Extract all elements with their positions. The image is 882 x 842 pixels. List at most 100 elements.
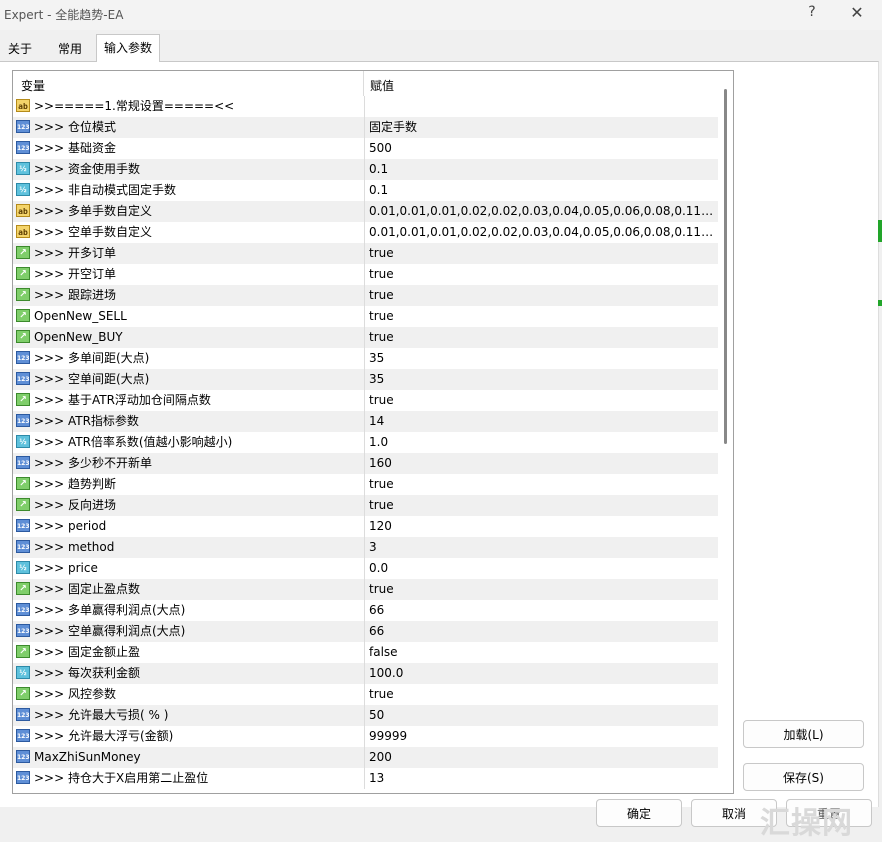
param-value[interactable]: 50 — [364, 705, 714, 726]
param-value[interactable]: true — [364, 390, 714, 411]
table-row[interactable]: 123 MaxZhiSunMoney 200 — [13, 747, 718, 768]
param-value[interactable]: 160 — [364, 453, 714, 474]
ok-button[interactable]: 确定 — [596, 799, 682, 827]
table-row[interactable]: 123 >>> 空单间距(大点) 35 — [13, 369, 718, 390]
table-row[interactable]: 123 >>> 多少秒不开新单 160 — [13, 453, 718, 474]
tab-about[interactable]: 关于 — [2, 38, 38, 60]
param-name: >>> 多单间距(大点) — [34, 351, 150, 365]
param-value[interactable]: true — [364, 264, 714, 285]
param-value[interactable]: 固定手数 — [364, 117, 714, 138]
param-value[interactable]: 66 — [364, 600, 714, 621]
param-value[interactable]: 99999 — [364, 726, 714, 747]
table-row[interactable]: 123 >>> 允许最大浮亏(金额) 99999 — [13, 726, 718, 747]
bool-type-icon: ↗ — [16, 267, 30, 280]
table-row[interactable]: ↗ OpenNew_SELL true — [13, 306, 718, 327]
header-divider[interactable] — [363, 71, 364, 96]
table-row[interactable]: ½ >>> 资金使用手数 0.1 — [13, 159, 718, 180]
table-row[interactable]: 123 >>> ATR指标参数 14 — [13, 411, 718, 432]
param-value[interactable]: true — [364, 327, 714, 348]
table-row[interactable]: ↗ >>> 跟踪进场 true — [13, 285, 718, 306]
param-value[interactable]: 0.01,0.01,0.01,0.02,0.02,0.03,0.04,0.05,… — [364, 201, 714, 222]
param-value[interactable]: 13 — [364, 768, 714, 789]
param-name-cell: 123 >>> 多少秒不开新单 — [16, 453, 361, 474]
param-value[interactable]: true — [364, 243, 714, 264]
window-title: Expert - 全能趋势-EA — [4, 8, 124, 22]
param-value[interactable]: 120 — [364, 516, 714, 537]
dbl-type-icon: ½ — [16, 183, 30, 196]
param-value[interactable]: true — [364, 579, 714, 600]
scrollbar-thumb[interactable] — [724, 89, 727, 444]
param-name: >>> 仓位模式 — [34, 120, 116, 134]
table-row[interactable]: ab >>> 空单手数自定义 0.01,0.01,0.01,0.02,0.02,0.… — [13, 222, 718, 243]
param-value[interactable]: 1.0 — [364, 432, 714, 453]
table-row[interactable]: 123 >>> 允许最大亏损( % ) 50 — [13, 705, 718, 726]
vertical-scrollbar[interactable] — [718, 71, 733, 793]
table-row[interactable]: ab >>=====1.常规设置=====<< — [13, 96, 718, 117]
save-button[interactable]: 保存(S) — [743, 763, 864, 791]
param-name-cell: ↗ OpenNew_SELL — [16, 306, 361, 327]
param-value[interactable]: true — [364, 306, 714, 327]
table-row[interactable]: ½ >>> 非自动模式固定手数 0.1 — [13, 180, 718, 201]
int-type-icon: 123 — [16, 519, 30, 532]
param-value[interactable]: false — [364, 642, 714, 663]
param-value[interactable]: 0.1 — [364, 180, 714, 201]
table-row[interactable]: 123 >>> method 3 — [13, 537, 718, 558]
param-value[interactable]: 0.01,0.01,0.01,0.02,0.02,0.03,0.04,0.05,… — [364, 222, 714, 243]
param-value[interactable]: true — [364, 684, 714, 705]
header-variable[interactable]: 变量 — [21, 77, 45, 94]
param-name: OpenNew_BUY — [34, 330, 123, 344]
param-value[interactable]: true — [364, 285, 714, 306]
table-row[interactable]: ½ >>> 每次获利金额 100.0 — [13, 663, 718, 684]
param-value[interactable]: 0.1 — [364, 159, 714, 180]
param-name-cell: ↗ >>> 跟踪进场 — [16, 285, 361, 306]
table-row[interactable]: 123 >>> 基础资金 500 — [13, 138, 718, 159]
table-row[interactable]: 123 >>> 空单赢得利润点(大点) 66 — [13, 621, 718, 642]
close-icon[interactable]: ✕ — [848, 3, 866, 22]
load-button[interactable]: 加载(L) — [743, 720, 864, 748]
table-row[interactable]: ↗ >>> 开多订单 true — [13, 243, 718, 264]
param-value[interactable]: 66 — [364, 621, 714, 642]
help-icon[interactable]: ? — [804, 4, 820, 22]
param-value[interactable] — [364, 96, 714, 117]
tab-common[interactable]: 常用 — [48, 38, 92, 60]
param-value[interactable]: 100.0 — [364, 663, 714, 684]
str-type-icon: ab — [16, 225, 30, 238]
param-name: >>> 空单手数自定义 — [34, 225, 152, 239]
background-window-edge — [878, 220, 882, 242]
table-row[interactable]: 123 >>> period 120 — [13, 516, 718, 537]
table-row[interactable]: ½ >>> ATR倍率系数(值越小影响越小) 1.0 — [13, 432, 718, 453]
param-name: >>> 基于ATR浮动加仓间隔点数 — [34, 393, 211, 407]
table-row[interactable]: 123 >>> 持仓大于X启用第二止盈位 13 — [13, 768, 718, 789]
param-name-cell: ½ >>> 非自动模式固定手数 — [16, 180, 361, 201]
param-name: >>> ATR倍率系数(值越小影响越小) — [34, 435, 233, 449]
param-name-cell: ↗ >>> 开多订单 — [16, 243, 361, 264]
table-row[interactable]: ↗ >>> 固定金额止盈 false — [13, 642, 718, 663]
table-row[interactable]: 123 >>> 仓位模式 固定手数 — [13, 117, 718, 138]
header-value[interactable]: 赋值 — [370, 77, 394, 94]
param-value[interactable]: 0.0 — [364, 558, 714, 579]
table-row[interactable]: ↗ >>> 开空订单 true — [13, 264, 718, 285]
param-name-cell: ↗ >>> 固定止盈点数 — [16, 579, 361, 600]
param-name: >>> price — [34, 561, 98, 575]
param-value[interactable]: 35 — [364, 369, 714, 390]
param-value[interactable]: 500 — [364, 138, 714, 159]
table-row[interactable]: ½ >>> price 0.0 — [13, 558, 718, 579]
int-type-icon: 123 — [16, 120, 30, 133]
param-value[interactable]: 3 — [364, 537, 714, 558]
table-row[interactable]: ↗ >>> 风控参数 true — [13, 684, 718, 705]
tab-inputs[interactable]: 输入参数 — [96, 34, 160, 62]
param-value[interactable]: 35 — [364, 348, 714, 369]
param-name-cell: 123 >>> 仓位模式 — [16, 117, 361, 138]
param-value[interactable]: true — [364, 495, 714, 516]
table-row[interactable]: ↗ >>> 反向进场 true — [13, 495, 718, 516]
table-row[interactable]: 123 >>> 多单赢得利润点(大点) 66 — [13, 600, 718, 621]
table-row[interactable]: ↗ >>> 基于ATR浮动加仓间隔点数 true — [13, 390, 718, 411]
table-row[interactable]: ab >>> 多单手数自定义 0.01,0.01,0.01,0.02,0.02,0.… — [13, 201, 718, 222]
table-row[interactable]: 123 >>> 多单间距(大点) 35 — [13, 348, 718, 369]
table-row[interactable]: ↗ >>> 固定止盈点数 true — [13, 579, 718, 600]
table-row[interactable]: ↗ OpenNew_BUY true — [13, 327, 718, 348]
param-value[interactable]: 14 — [364, 411, 714, 432]
param-value[interactable]: 200 — [364, 747, 714, 768]
param-value[interactable]: true — [364, 474, 714, 495]
table-row[interactable]: ↗ >>> 趋势判断 true — [13, 474, 718, 495]
